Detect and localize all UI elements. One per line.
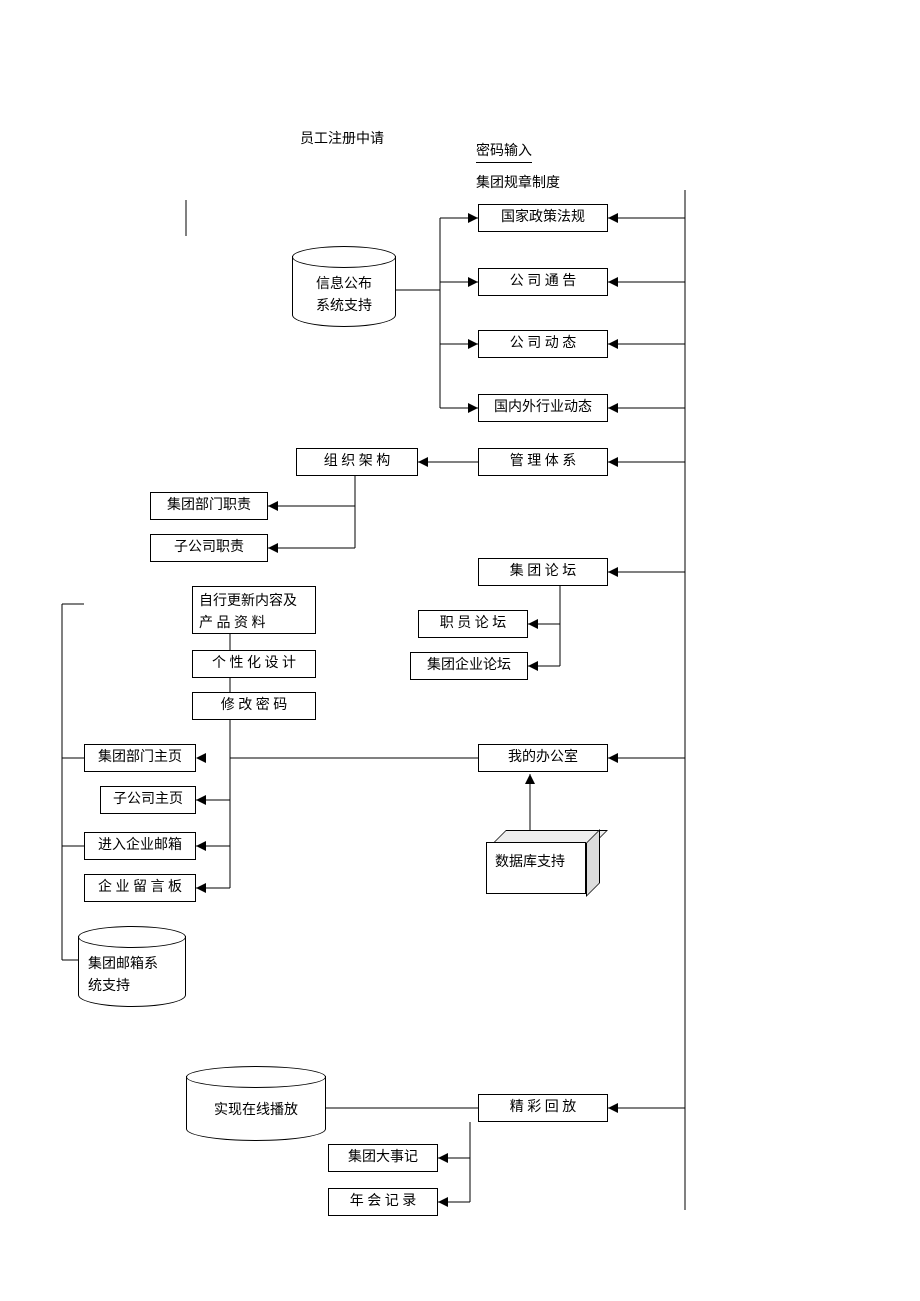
cylinder-mailsys: 集团邮箱系统支持 <box>78 926 186 1014</box>
box-org: 组 织 架 构 <box>296 448 418 476</box>
box-selfupdate-text: 自行更新内容及产 品 资 料 <box>199 591 297 636</box>
box-notice: 公 司 通 告 <box>478 268 608 296</box>
box-staffforum-text: 职 员 论 坛 <box>440 613 507 635</box>
box-myoffice: 我的办公室 <box>478 744 608 772</box>
cube-db: 数据库支持 <box>486 830 598 894</box>
cylinder-infopub: 信息公布系统支持 <box>292 246 396 334</box>
box-policy: 国家政策法规 <box>478 204 608 232</box>
box-org-text: 组 织 架 构 <box>324 451 391 473</box>
connector-lines <box>0 0 920 1301</box>
box-forum-text: 集 团 论 坛 <box>510 561 577 583</box>
box-news: 公 司 动 态 <box>478 330 608 358</box>
reg-label: 员工注册中请 <box>300 128 384 148</box>
box-industry: 国内外行业动态 <box>478 394 608 422</box>
box-personal-text: 个 性 化 设 计 <box>212 653 296 675</box>
box-deptduty: 集团部门职责 <box>150 492 268 520</box>
box-replay: 精 彩 回 放 <box>478 1094 608 1122</box>
box-replay-text: 精 彩 回 放 <box>510 1097 577 1119</box>
box-mail: 进入企业邮箱 <box>84 832 196 860</box>
box-subduty-text: 子公司职责 <box>174 537 244 559</box>
box-board-text: 企 业 留 言 板 <box>98 877 182 899</box>
pwd-label: 密码输入 <box>476 140 532 163</box>
cylinder-infopub-text: 信息公布系统支持 <box>292 274 396 319</box>
box-changepwd-text: 修 改 密 码 <box>221 695 288 717</box>
box-annual: 年 会 记 录 <box>328 1188 438 1216</box>
box-board: 企 业 留 言 板 <box>84 874 196 902</box>
box-staffforum: 职 员 论 坛 <box>418 610 528 638</box>
box-depthome: 集团部门主页 <box>84 744 196 772</box>
box-depthome-text: 集团部门主页 <box>98 747 182 769</box>
box-mail-text: 进入企业邮箱 <box>98 835 182 857</box>
box-subduty: 子公司职责 <box>150 534 268 562</box>
box-deptduty-text: 集团部门职责 <box>167 495 251 517</box>
cylinder-mailsys-text: 集团邮箱系统支持 <box>78 954 186 999</box>
box-changepwd: 修 改 密 码 <box>192 692 316 720</box>
box-mgmt-text: 管 理 体 系 <box>510 451 577 473</box>
box-entforum-text: 集团企业论坛 <box>427 655 511 677</box>
box-annual-text: 年 会 记 录 <box>350 1191 417 1213</box>
cylinder-online: 实现在线播放 <box>186 1066 326 1148</box>
cube-db-text: 数据库支持 <box>495 851 565 871</box>
box-myoffice-text: 我的办公室 <box>508 747 578 769</box>
box-selfupdate: 自行更新内容及产 品 资 料 <box>192 586 316 634</box>
cylinder-online-text: 实现在线播放 <box>186 1100 326 1122</box>
box-events: 集团大事记 <box>328 1144 438 1172</box>
box-notice-text: 公 司 通 告 <box>510 271 577 293</box>
diagram-canvas: 员工注册中请 密码输入 集团规章制度 国家政策法规 公 司 通 告 公 司 动 … <box>0 0 920 1301</box>
box-news-text: 公 司 动 态 <box>510 333 577 355</box>
box-forum: 集 团 论 坛 <box>478 558 608 586</box>
box-events-text: 集团大事记 <box>348 1147 418 1169</box>
box-subhome: 子公司主页 <box>100 786 196 814</box>
box-entforum: 集团企业论坛 <box>410 652 528 680</box>
box-subhome-text: 子公司主页 <box>113 789 183 811</box>
rules-label: 集团规章制度 <box>476 172 560 192</box>
box-policy-text: 国家政策法规 <box>501 207 585 229</box>
box-personal: 个 性 化 设 计 <box>192 650 316 678</box>
box-industry-text: 国内外行业动态 <box>494 397 592 419</box>
box-mgmt: 管 理 体 系 <box>478 448 608 476</box>
